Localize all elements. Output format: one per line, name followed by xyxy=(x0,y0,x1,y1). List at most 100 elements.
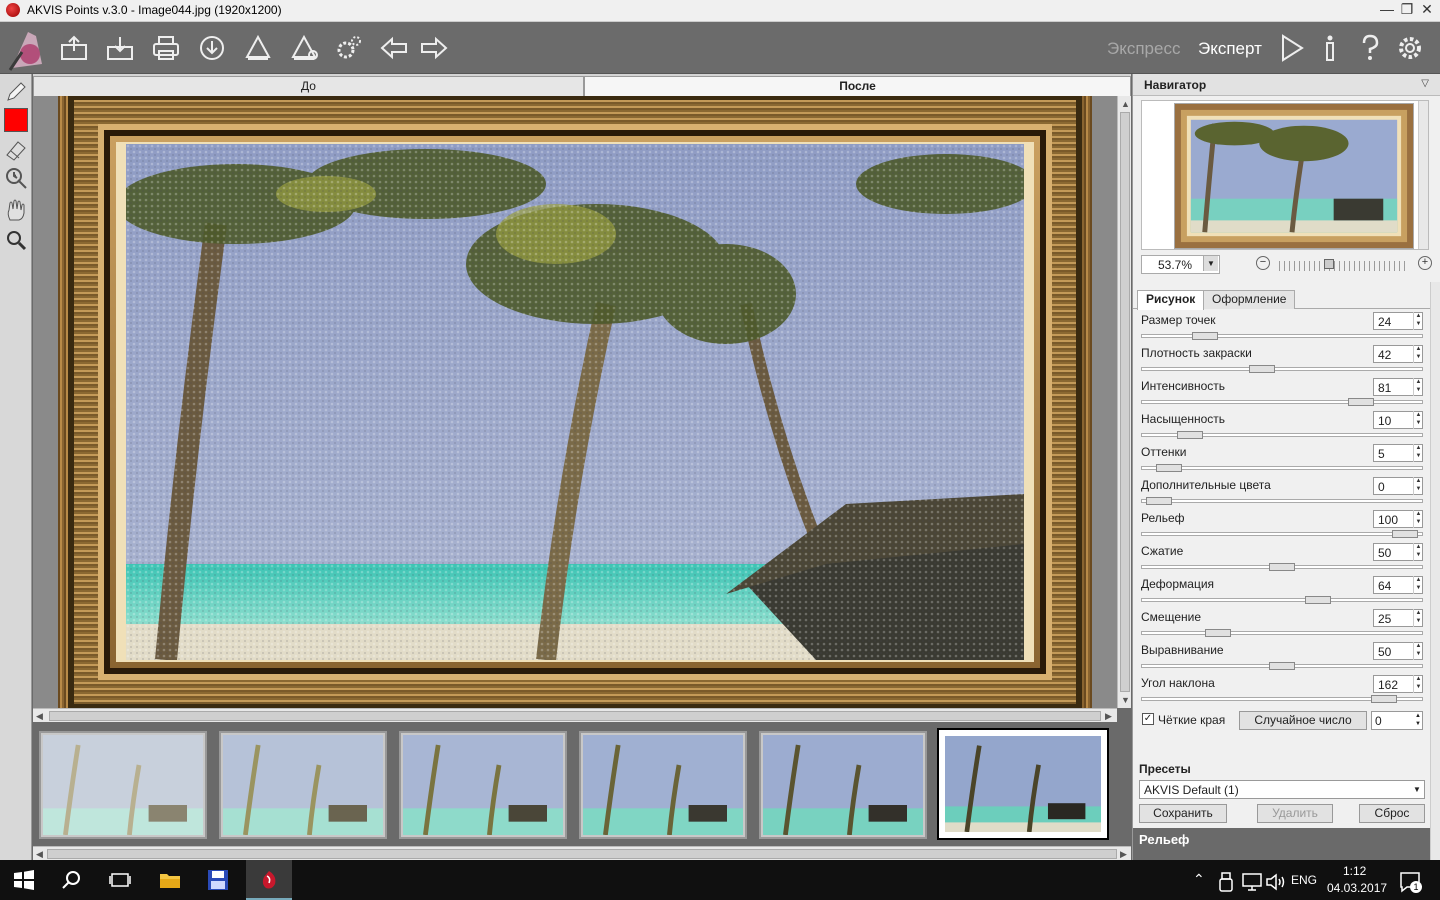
variant-thumbnail[interactable] xyxy=(579,731,747,839)
variant-thumbnail[interactable] xyxy=(39,731,207,839)
zoom-in-icon[interactable]: + xyxy=(1418,256,1432,270)
zoom-slider-track[interactable] xyxy=(1279,261,1409,271)
param-slider-track[interactable] xyxy=(1141,532,1423,536)
navigator-scrollbar[interactable] xyxy=(1418,101,1428,249)
param-slider-thumb[interactable] xyxy=(1249,365,1275,373)
save-preset-button[interactable]: Сохранить xyxy=(1139,804,1227,823)
param-spinner[interactable]: ▲ ▼ xyxy=(1413,510,1423,528)
param-slider-thumb[interactable] xyxy=(1177,431,1203,439)
volume-icon[interactable] xyxy=(1264,870,1285,891)
param-slider-thumb[interactable] xyxy=(1205,629,1231,637)
zoom-out-icon[interactable]: − xyxy=(1256,256,1270,270)
sharp-edges-checkbox[interactable]: ✓ xyxy=(1142,713,1154,725)
zoom-dropdown-icon[interactable]: ▼ xyxy=(1203,256,1218,271)
usb-icon[interactable] xyxy=(1214,870,1234,892)
preset-select[interactable]: AKVIS Default (1) ▼ xyxy=(1139,780,1425,799)
save-icon[interactable] xyxy=(104,33,136,63)
param-slider-thumb[interactable] xyxy=(1371,695,1397,703)
network-icon[interactable] xyxy=(1240,870,1262,891)
param-spinner[interactable]: ▲ ▼ xyxy=(1413,477,1423,495)
floppy-app-icon[interactable] xyxy=(206,868,230,892)
variant-thumbnail[interactable] xyxy=(399,731,567,839)
param-spinner[interactable]: ▲ ▼ xyxy=(1413,675,1423,693)
import-strokes-icon[interactable] xyxy=(242,33,274,63)
close-button[interactable]: ✕ xyxy=(1416,0,1438,20)
zoom-slider-thumb[interactable] xyxy=(1324,259,1334,269)
minimize-button[interactable]: — xyxy=(1376,0,1398,20)
tab-before[interactable]: До xyxy=(33,76,584,96)
param-spinner[interactable]: ▲ ▼ xyxy=(1413,312,1423,330)
export-strokes-icon[interactable] xyxy=(288,33,320,63)
hand-tool-icon[interactable] xyxy=(4,198,28,222)
param-slider-thumb[interactable] xyxy=(1392,530,1418,538)
param-spinner[interactable]: ▲ ▼ xyxy=(1413,576,1423,594)
navigator-preview[interactable] xyxy=(1174,103,1414,249)
param-spinner[interactable]: ▲ ▼ xyxy=(1413,345,1423,363)
param-spinner[interactable]: ▲ ▼ xyxy=(1413,642,1423,660)
param-spinner[interactable]: ▲ ▼ xyxy=(1413,444,1423,462)
param-slider-track[interactable] xyxy=(1141,598,1423,602)
print-icon[interactable] xyxy=(150,33,182,63)
param-slider-thumb[interactable] xyxy=(1146,497,1172,505)
foreground-color-swatch[interactable] xyxy=(4,108,28,132)
tab-decoration[interactable]: Оформление xyxy=(1203,290,1296,309)
tab-drawing[interactable]: Рисунок xyxy=(1137,290,1205,310)
undo-arrow-left-icon[interactable] xyxy=(378,33,410,63)
image-canvas[interactable] xyxy=(33,96,1117,708)
tab-after[interactable]: После xyxy=(584,76,1131,96)
help-icon[interactable] xyxy=(1354,33,1386,63)
zoom-tool-icon[interactable] xyxy=(4,228,28,252)
variant-thumbnail-selected[interactable] xyxy=(937,728,1109,840)
task-view-icon[interactable] xyxy=(108,868,132,892)
delete-preset-button[interactable]: Удалить xyxy=(1257,804,1333,823)
clock-time[interactable]: 1:12 xyxy=(1343,864,1366,878)
info-icon[interactable] xyxy=(1314,33,1346,63)
param-slider-thumb[interactable] xyxy=(1269,563,1295,571)
param-slider-track[interactable] xyxy=(1141,400,1423,404)
param-slider-thumb[interactable] xyxy=(1305,596,1331,604)
param-spinner[interactable]: ▲ ▼ xyxy=(1413,411,1423,429)
variant-thumbnail[interactable] xyxy=(759,731,927,839)
tray-chevron-up-icon[interactable]: ⌃ xyxy=(1193,871,1205,888)
preferences-gear-icon[interactable] xyxy=(1394,33,1426,63)
param-slider-thumb[interactable] xyxy=(1156,464,1182,472)
language-indicator[interactable]: ENG xyxy=(1291,873,1317,887)
pencil-tool-icon[interactable] xyxy=(4,80,28,104)
open-icon[interactable] xyxy=(58,33,90,63)
mode-expert-tab[interactable]: Эксперт xyxy=(1198,39,1262,59)
param-slider-track[interactable] xyxy=(1141,631,1423,635)
eraser-tool-icon[interactable] xyxy=(4,138,28,162)
windows-start-icon[interactable] xyxy=(12,868,36,892)
reset-preset-button[interactable]: Сброс xyxy=(1359,804,1425,823)
maximize-button[interactable]: ❐ xyxy=(1396,0,1418,20)
variant-thumbnail[interactable] xyxy=(219,731,387,839)
clock-date[interactable]: 04.03.2017 xyxy=(1327,881,1387,895)
param-slider-track[interactable] xyxy=(1141,499,1423,503)
param-slider-thumb[interactable] xyxy=(1348,398,1374,406)
history-brush-icon[interactable] xyxy=(4,166,28,190)
panel-scrollbar[interactable] xyxy=(1430,282,1440,860)
batch-settings-gear-icon[interactable] xyxy=(332,33,364,63)
thumbnails-scrollbar[interactable]: ◀ ▶ xyxy=(33,846,1131,860)
param-slider-thumb[interactable] xyxy=(1269,662,1295,670)
share-icon[interactable] xyxy=(196,33,228,63)
canvas-vertical-scrollbar[interactable]: ▲ ▼ xyxy=(1117,96,1131,708)
file-explorer-icon[interactable] xyxy=(158,868,182,892)
akvis-taskbar-button[interactable] xyxy=(246,860,292,900)
navigator-header[interactable]: Навигатор ▽ xyxy=(1133,74,1440,96)
mode-express-tab[interactable]: Экспресс xyxy=(1107,39,1180,59)
param-spinner[interactable]: ▲ ▼ xyxy=(1413,543,1423,561)
random-seed-button[interactable]: Случайное число xyxy=(1239,711,1367,730)
search-icon[interactable] xyxy=(60,868,84,892)
param-slider-track[interactable] xyxy=(1141,466,1423,470)
chevron-down-icon[interactable]: ▼ xyxy=(1410,781,1424,798)
chevron-down-icon[interactable]: ▽ xyxy=(1421,78,1429,89)
param-slider-thumb[interactable] xyxy=(1192,332,1218,340)
param-slider-track[interactable] xyxy=(1141,367,1423,371)
param-spinner[interactable]: ▲ ▼ xyxy=(1413,609,1423,627)
param-spinner[interactable]: ▲ ▼ xyxy=(1413,378,1423,396)
canvas-horizontal-scrollbar[interactable]: ◀ ▶ xyxy=(33,708,1117,722)
run-play-icon[interactable] xyxy=(1276,33,1308,63)
param-slider-track[interactable] xyxy=(1141,334,1423,338)
random-seed-spinner[interactable]: ▲ ▼ xyxy=(1413,712,1423,729)
